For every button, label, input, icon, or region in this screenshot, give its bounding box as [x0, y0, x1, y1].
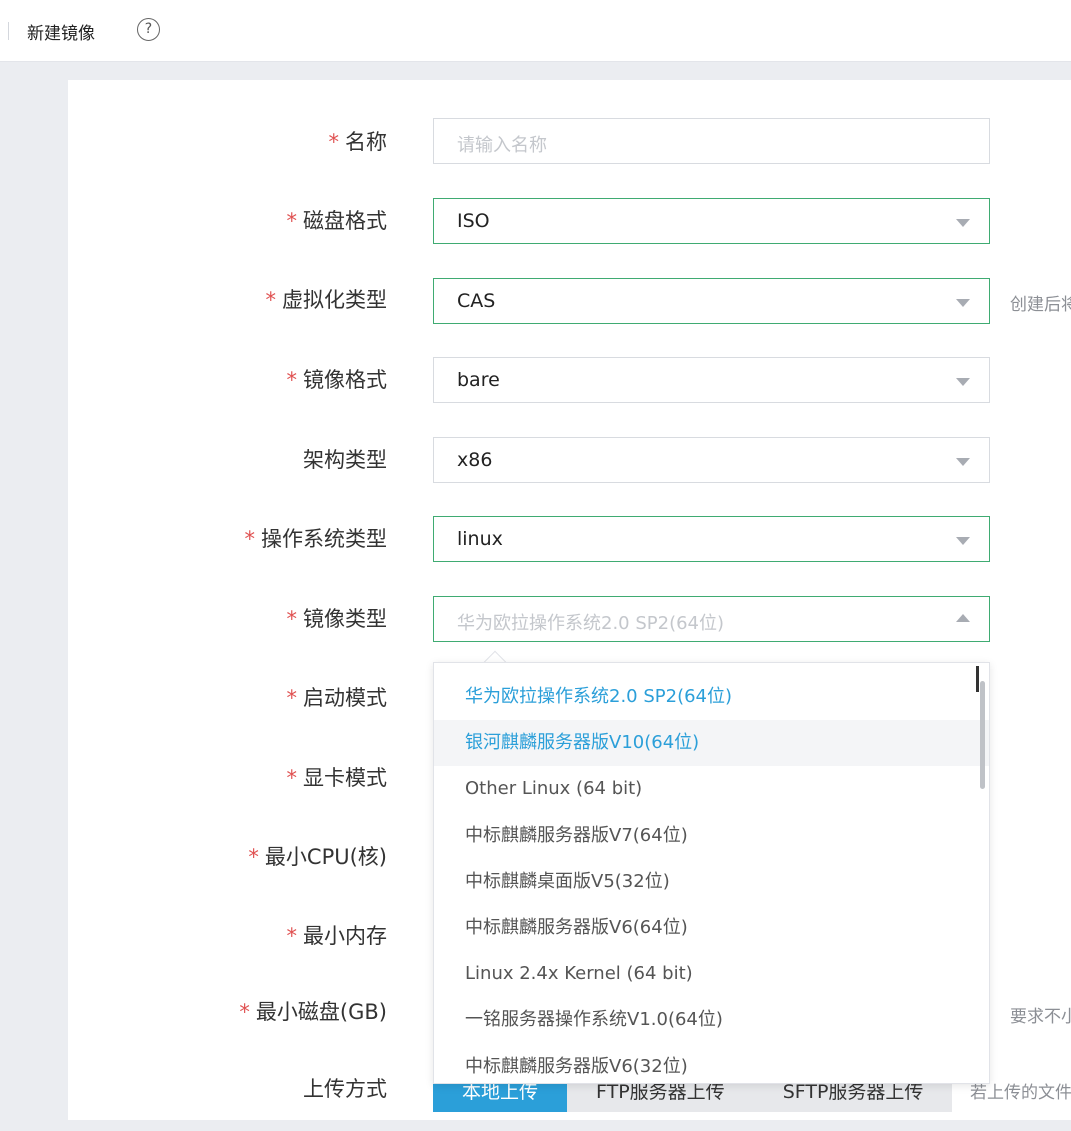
name-placeholder: 请输入名称 — [457, 135, 547, 156]
arch-value: x86 — [457, 449, 493, 471]
chevron-up-icon — [956, 614, 970, 622]
image-format-value: bare — [457, 369, 500, 391]
image-type-dropdown: 华为欧拉操作系统2.0 SP2(64位) 银河麒麟服务器版V10(64位) Ot… — [433, 662, 990, 1084]
dropdown-option[interactable]: 银河麒麟服务器版V10(64位) — [434, 720, 989, 767]
min-disk-hint: 要求不小 — [1010, 1007, 1071, 1027]
header-divider — [8, 22, 9, 40]
image-type-label: * 镜像类型 — [286, 607, 388, 631]
dropdown-option[interactable]: 中标麒麟服务器版V7(64位) — [434, 813, 989, 859]
os-type-label: * 操作系统类型 — [244, 527, 388, 551]
disk-format-select[interactable]: ISO — [433, 198, 990, 244]
gpu-mode-label: * 显卡模式 — [286, 766, 388, 790]
min-disk-label: * 最小磁盘(GB) — [239, 1000, 387, 1024]
dropdown-option[interactable]: 中标麒麟服务器版V6(64位) — [434, 905, 989, 951]
image-type-select[interactable]: 华为欧拉操作系统2.0 SP2(64位) — [433, 596, 990, 642]
dropdown-option[interactable]: 中标麒麟服务器版V6(32位) — [434, 1044, 989, 1084]
image-type-placeholder: 华为欧拉操作系统2.0 SP2(64位) — [457, 613, 725, 634]
chevron-down-icon — [956, 378, 970, 386]
dropdown-option[interactable]: 华为欧拉操作系统2.0 SP2(64位) — [434, 674, 989, 720]
virt-type-value: CAS — [457, 290, 496, 312]
chevron-down-icon — [956, 537, 970, 545]
min-mem-label: * 最小内存 — [286, 924, 388, 948]
os-type-value: linux — [457, 528, 503, 550]
image-format-select[interactable]: bare — [433, 357, 990, 403]
arch-label: 架构类型 — [303, 448, 387, 472]
help-icon[interactable]: ? — [137, 18, 160, 41]
dropdown-option[interactable]: 一铭服务器操作系统V1.0(64位) — [434, 997, 989, 1043]
os-type-select[interactable]: linux — [433, 516, 990, 562]
virt-type-label: * 虚拟化类型 — [265, 288, 388, 312]
image-format-label: * 镜像格式 — [286, 368, 388, 392]
page-header: 新建镜像 ? — [0, 0, 1071, 62]
dropdown-scrollbar[interactable] — [980, 681, 985, 789]
virt-type-select[interactable]: CAS — [433, 278, 990, 324]
name-label: * 名称 — [328, 130, 388, 154]
dropdown-option[interactable]: Linux 2.4x Kernel (64 bit) — [434, 951, 989, 997]
min-cpu-label: * 最小CPU(核) — [248, 845, 387, 869]
scroll-cursor — [976, 666, 979, 692]
chevron-down-icon — [956, 299, 970, 307]
arch-select[interactable]: x86 — [433, 437, 990, 483]
name-input[interactable]: 请输入名称 — [433, 118, 990, 164]
chevron-down-icon — [956, 458, 970, 466]
disk-format-label: * 磁盘格式 — [286, 209, 388, 233]
upload-label: 上传方式 — [303, 1077, 387, 1101]
chevron-down-icon — [956, 219, 970, 227]
page-title: 新建镜像 — [27, 24, 95, 44]
dropdown-option[interactable]: Other Linux (64 bit) — [434, 766, 989, 812]
virt-type-hint: 创建后将 — [1010, 295, 1071, 315]
disk-format-value: ISO — [457, 210, 490, 232]
boot-mode-label: * 启动模式 — [286, 686, 388, 710]
dropdown-option[interactable]: 中标麒麟桌面版V5(32位) — [434, 859, 989, 905]
